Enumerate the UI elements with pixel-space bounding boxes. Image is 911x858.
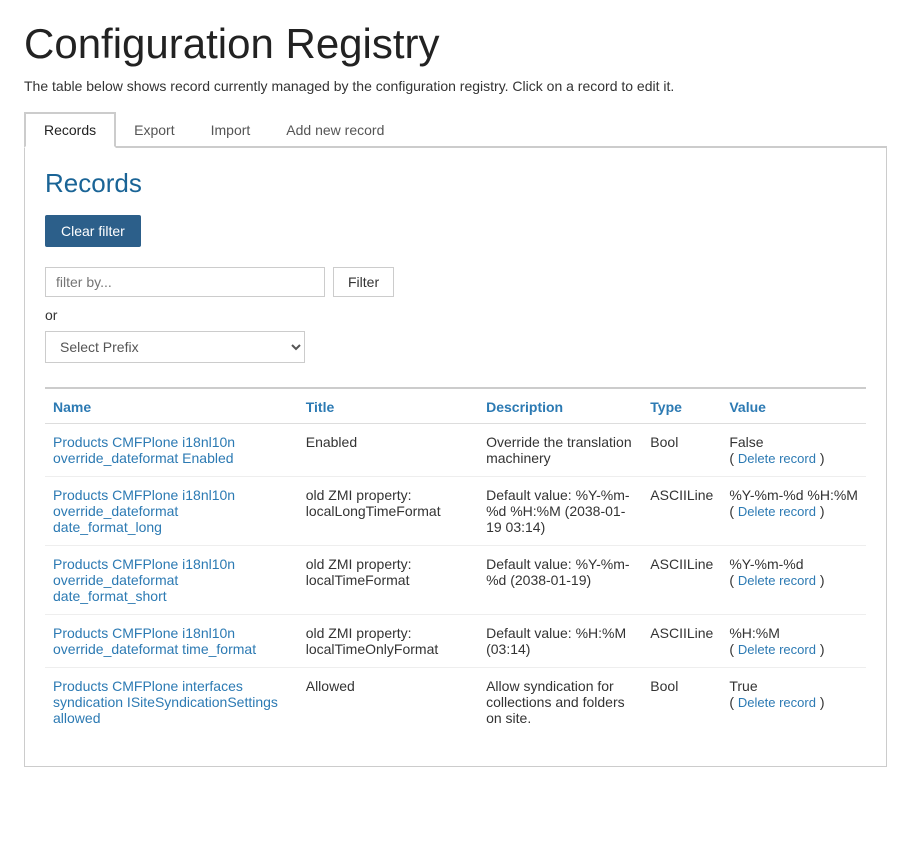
page-subtitle: The table below shows record currently m… <box>24 78 887 94</box>
table-body: Products CMFPlone i18nl10n override_date… <box>45 424 866 737</box>
record-value-text: True <box>729 678 858 694</box>
record-value-text: False <box>729 434 858 450</box>
table-row: Products CMFPlone i18nl10n override_date… <box>45 546 866 615</box>
column-header-description: Description <box>478 388 642 424</box>
record-delete-wrapper: ( Delete record ) <box>729 503 824 519</box>
record-type-cell: Bool <box>642 668 721 737</box>
filter-button[interactable]: Filter <box>333 267 394 297</box>
record-description-cell: Override the translation machinery <box>478 424 642 477</box>
record-value-text: %Y-%m-%d %H:%M <box>729 487 858 503</box>
column-header-name: Name <box>45 388 298 424</box>
record-name-link[interactable]: Products CMFPlone i18nl10n override_date… <box>53 434 235 466</box>
section-title: Records <box>45 168 866 199</box>
record-type-cell: ASCIILine <box>642 615 721 668</box>
tab-records[interactable]: Records <box>24 112 116 148</box>
record-name-cell: Products CMFPlone i18nl10n override_date… <box>45 615 298 668</box>
main-content: Records Clear filter Filter or Select Pr… <box>24 148 887 767</box>
delete-record-link[interactable]: Delete record <box>738 504 816 519</box>
prefix-select[interactable]: Select Prefix <box>45 331 305 363</box>
record-title-cell: Enabled <box>298 424 478 477</box>
table-row: Products CMFPlone i18nl10n override_date… <box>45 424 866 477</box>
clear-filter-button[interactable]: Clear filter <box>45 215 141 247</box>
or-label: or <box>45 307 866 323</box>
record-delete-wrapper: ( Delete record ) <box>729 572 824 588</box>
record-description-cell: Allow syndication for collections and fo… <box>478 668 642 737</box>
record-name-link[interactable]: Products CMFPlone interfaces syndication… <box>53 678 278 726</box>
page-title: Configuration Registry <box>24 20 887 68</box>
delete-record-link[interactable]: Delete record <box>738 451 816 466</box>
record-description-cell: Default value: %Y-%m-%d (2038-01-19) <box>478 546 642 615</box>
tab-add-new-record[interactable]: Add new record <box>268 112 402 148</box>
record-title-cell: old ZMI property: localTimeOnlyFormat <box>298 615 478 668</box>
column-header-title: Title <box>298 388 478 424</box>
record-type-cell: ASCIILine <box>642 477 721 546</box>
record-type-cell: Bool <box>642 424 721 477</box>
column-header-value: Value <box>721 388 866 424</box>
record-value-cell: %Y-%m-%d %H:%M( Delete record ) <box>721 477 866 546</box>
table-row: Products CMFPlone i18nl10n override_date… <box>45 615 866 668</box>
table-row: Products CMFPlone i18nl10n override_date… <box>45 477 866 546</box>
record-title-cell: old ZMI property: localTimeFormat <box>298 546 478 615</box>
tabs-bar: RecordsExportImportAdd new record <box>24 110 887 148</box>
record-type-cell: ASCIILine <box>642 546 721 615</box>
record-name-cell: Products CMFPlone i18nl10n override_date… <box>45 477 298 546</box>
record-delete-wrapper: ( Delete record ) <box>729 450 824 466</box>
record-name-link[interactable]: Products CMFPlone i18nl10n override_date… <box>53 487 235 535</box>
record-delete-wrapper: ( Delete record ) <box>729 641 824 657</box>
record-name-cell: Products CMFPlone i18nl10n override_date… <box>45 546 298 615</box>
table-header-row: NameTitleDescriptionTypeValue <box>45 388 866 424</box>
record-name-cell: Products CMFPlone interfaces syndication… <box>45 668 298 737</box>
delete-record-link[interactable]: Delete record <box>738 573 816 588</box>
delete-record-link[interactable]: Delete record <box>738 695 816 710</box>
record-title-cell: old ZMI property: localLongTimeFormat <box>298 477 478 546</box>
table-header: NameTitleDescriptionTypeValue <box>45 388 866 424</box>
record-value-cell: True( Delete record ) <box>721 668 866 737</box>
delete-record-link[interactable]: Delete record <box>738 642 816 657</box>
record-name-link[interactable]: Products CMFPlone i18nl10n override_date… <box>53 625 256 657</box>
record-delete-wrapper: ( Delete record ) <box>729 694 824 710</box>
column-header-type: Type <box>642 388 721 424</box>
record-description-cell: Default value: %Y-%m-%d %H:%M (2038-01-1… <box>478 477 642 546</box>
tab-export[interactable]: Export <box>116 112 192 148</box>
filter-input[interactable] <box>45 267 325 297</box>
record-description-cell: Default value: %H:%M (03:14) <box>478 615 642 668</box>
record-value-text: %H:%M <box>729 625 858 641</box>
record-name-cell: Products CMFPlone i18nl10n override_date… <box>45 424 298 477</box>
filter-row: Filter <box>45 267 866 297</box>
record-name-link[interactable]: Products CMFPlone i18nl10n override_date… <box>53 556 235 604</box>
record-title-cell: Allowed <box>298 668 478 737</box>
table-row: Products CMFPlone interfaces syndication… <box>45 668 866 737</box>
record-value-cell: False( Delete record ) <box>721 424 866 477</box>
tab-import[interactable]: Import <box>193 112 269 148</box>
record-value-cell: %Y-%m-%d( Delete record ) <box>721 546 866 615</box>
records-table: NameTitleDescriptionTypeValue Products C… <box>45 387 866 736</box>
record-value-cell: %H:%M( Delete record ) <box>721 615 866 668</box>
record-value-text: %Y-%m-%d <box>729 556 858 572</box>
